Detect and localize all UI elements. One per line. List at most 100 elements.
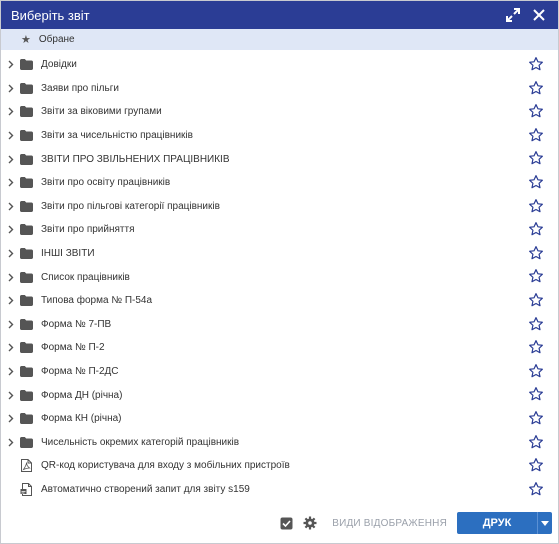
- dialog-footer: ВИДИ ВІДОБРАЖЕННЯ ДРУК: [1, 503, 558, 543]
- folder-icon: [19, 270, 33, 284]
- maximize-icon[interactable]: [504, 6, 522, 24]
- list-item[interactable]: Форма № 7-ПВ: [1, 313, 558, 337]
- star-outline-icon[interactable]: [528, 386, 546, 404]
- chevron-right-icon[interactable]: [3, 273, 19, 282]
- chevron-right-icon[interactable]: [3, 202, 19, 211]
- list-item-label: Список працівників: [41, 271, 130, 283]
- list-item[interactable]: Форма № П-2: [1, 336, 558, 360]
- list-item-label: Автоматично створений запит для звіту s1…: [41, 483, 250, 495]
- list-item[interactable]: Звіти про пільгові категорії працівників: [1, 195, 558, 219]
- star-outline-icon[interactable]: [528, 127, 546, 145]
- report-list: Довідки Заяви про пільги Звіти за віковими…: [1, 50, 558, 501]
- star-outline-icon[interactable]: [528, 198, 546, 216]
- list-item-label: Форма ДН (річна): [41, 389, 123, 401]
- folder-icon: [19, 129, 33, 143]
- list-item-label: Форма № 7-ПВ: [41, 318, 112, 330]
- list-item[interactable]: Звіти за віковими групами: [1, 100, 558, 124]
- chevron-right-icon[interactable]: [3, 391, 19, 400]
- pdf-file-icon: [19, 459, 33, 473]
- folder-icon: [19, 294, 33, 308]
- list-item[interactable]: Чисельність окремих категорій працівникі…: [1, 431, 558, 455]
- list-item-label: QR-код користувача для входу з мобільних…: [41, 460, 290, 472]
- list-item-label: Звіти за чисельністю працівників: [41, 130, 193, 142]
- list-item[interactable]: Форма ДН (річна): [1, 383, 558, 407]
- list-item-label: Форма КН (річна): [41, 413, 122, 425]
- chevron-right-icon[interactable]: [3, 343, 19, 352]
- print-button-group: ДРУК: [457, 512, 552, 534]
- view-modes-button[interactable]: ВИДИ ВІДОБРАЖЕННЯ: [332, 518, 447, 529]
- chevron-right-icon[interactable]: [3, 320, 19, 329]
- list-item[interactable]: Заяви про пільги: [1, 77, 558, 101]
- chevron-right-icon[interactable]: [3, 225, 19, 234]
- star-outline-icon[interactable]: [528, 363, 546, 381]
- checkbox-icon[interactable]: [278, 515, 294, 531]
- chevron-down-icon[interactable]: [537, 512, 552, 534]
- folder-icon: [19, 176, 33, 190]
- chevron-right-icon[interactable]: [3, 84, 19, 93]
- folder-icon: [19, 247, 33, 261]
- chevron-right-icon[interactable]: [3, 249, 19, 258]
- favorites-label: Обране: [38, 34, 75, 45]
- chevron-right-icon[interactable]: [3, 438, 19, 447]
- star-outline-icon[interactable]: [528, 56, 546, 74]
- star-outline-icon[interactable]: [528, 80, 546, 98]
- star-outline-icon[interactable]: [528, 316, 546, 334]
- gear-icon[interactable]: [302, 515, 318, 531]
- report-picker-dialog: Виберіть звіт ★ Обране Довідки Заяви про …: [0, 0, 559, 544]
- folder-icon: [19, 365, 33, 379]
- list-item-label: Звіти про пільгові категорії працівників: [41, 200, 220, 212]
- list-item[interactable]: Типова форма № П-54а: [1, 289, 558, 313]
- chevron-right-icon[interactable]: [3, 131, 19, 140]
- chevron-right-icon[interactable]: [3, 414, 19, 423]
- star-outline-icon[interactable]: [528, 174, 546, 192]
- folder-icon: [19, 412, 33, 426]
- folder-icon: [19, 435, 33, 449]
- star-outline-icon[interactable]: [528, 339, 546, 357]
- star-outline-icon[interactable]: [528, 150, 546, 168]
- list-item[interactable]: Список працівників: [1, 265, 558, 289]
- star-outline-icon[interactable]: [528, 434, 546, 452]
- star-outline-icon[interactable]: [528, 268, 546, 286]
- list-item-label: Звіти про освіту працівників: [41, 177, 171, 189]
- list-item-label: Звіти про прийняття: [41, 224, 135, 236]
- folder-icon: [19, 317, 33, 331]
- list-item-label: Звіти за віковими групами: [41, 106, 162, 118]
- list-item[interactable]: Форма КН (річна): [1, 407, 558, 431]
- star-outline-icon[interactable]: [528, 221, 546, 239]
- favorites-row[interactable]: ★ Обране: [1, 29, 558, 50]
- star-outline-icon[interactable]: [528, 481, 546, 499]
- list-item[interactable]: Звіти за чисельністю працівників: [1, 124, 558, 148]
- print-button[interactable]: ДРУК: [457, 512, 537, 534]
- chevron-right-icon[interactable]: [3, 60, 19, 69]
- list-item[interactable]: Звіти про освіту працівників: [1, 171, 558, 195]
- star-outline-icon[interactable]: [528, 292, 546, 310]
- folder-icon: [19, 152, 33, 166]
- chevron-right-icon[interactable]: [3, 367, 19, 376]
- folder-icon: [19, 199, 33, 213]
- star-outline-icon[interactable]: [528, 457, 546, 475]
- close-icon[interactable]: [530, 6, 548, 24]
- star-outline-icon[interactable]: [528, 245, 546, 263]
- list-item-label: ЗВІТИ ПРО ЗВІЛЬНЕНИХ ПРАЦІВНИКІВ: [41, 153, 230, 165]
- folder-icon: [19, 388, 33, 402]
- list-item-label: Чисельність окремих категорій працівникі…: [41, 436, 240, 448]
- list-item-label: Заяви про пільги: [41, 82, 119, 94]
- list-item[interactable]: QR-код користувача для входу з мобільних…: [1, 454, 558, 478]
- list-item[interactable]: Довідки: [1, 53, 558, 77]
- list-item[interactable]: ІНШІ ЗВІТИ: [1, 242, 558, 266]
- report-file-icon: [19, 482, 33, 496]
- star-outline-icon[interactable]: [528, 410, 546, 428]
- list-item[interactable]: Автоматично створений запит для звіту s1…: [1, 478, 558, 502]
- list-item[interactable]: Звіти про прийняття: [1, 218, 558, 242]
- chevron-right-icon[interactable]: [3, 178, 19, 187]
- list-item-label: Форма № П-2ДС: [41, 366, 119, 378]
- star-outline-icon[interactable]: [528, 103, 546, 121]
- list-item[interactable]: ЗВІТИ ПРО ЗВІЛЬНЕНИХ ПРАЦІВНИКІВ: [1, 147, 558, 171]
- chevron-right-icon[interactable]: [3, 107, 19, 116]
- list-item-label: ІНШІ ЗВІТИ: [41, 248, 95, 260]
- chevron-right-icon[interactable]: [3, 155, 19, 164]
- list-item[interactable]: Форма № П-2ДС: [1, 360, 558, 384]
- chevron-right-icon[interactable]: [3, 296, 19, 305]
- folder-icon: [19, 105, 33, 119]
- list-item-label: Типова форма № П-54а: [41, 295, 153, 307]
